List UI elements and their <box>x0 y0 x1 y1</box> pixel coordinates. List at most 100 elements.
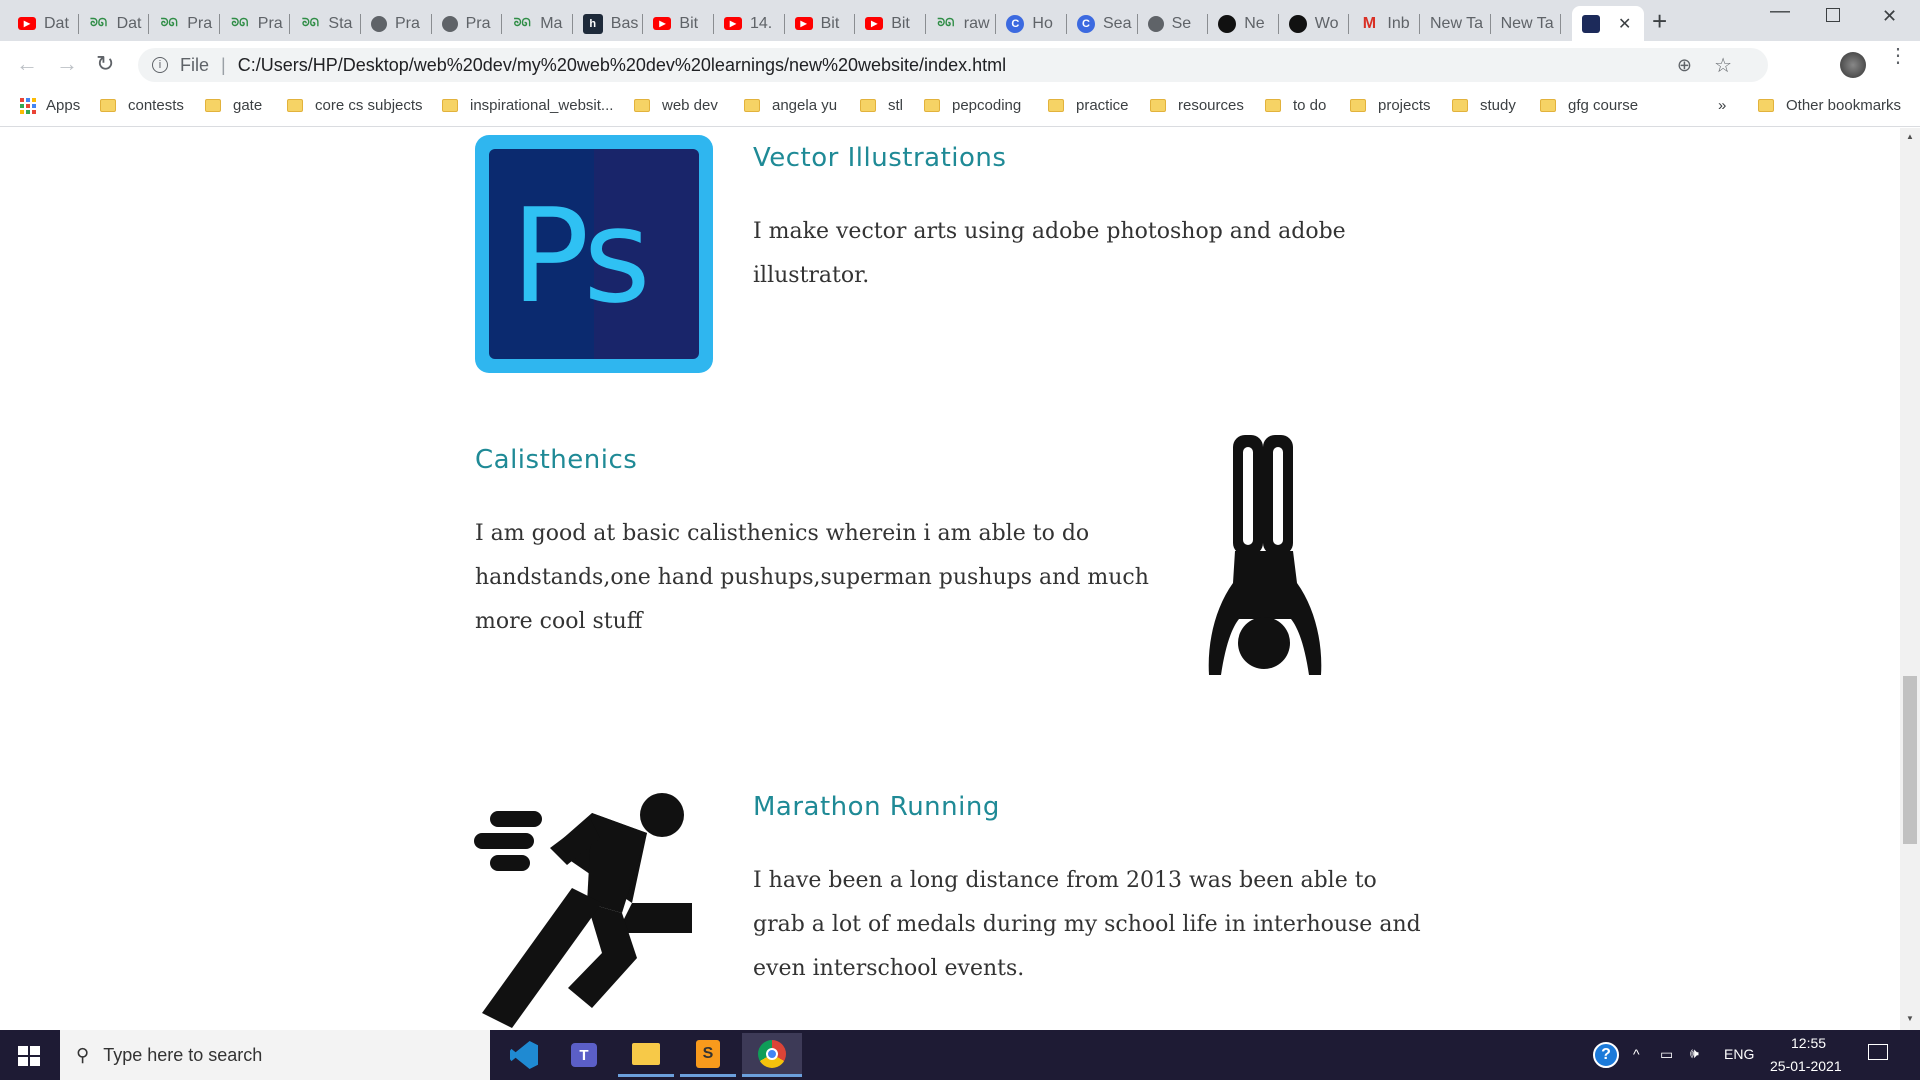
clock-date[interactable]: 25-01-2021 <box>1770 1058 1842 1074</box>
tab-item[interactable]: C Sea <box>1067 6 1138 41</box>
scroll-up-icon[interactable]: ▲ <box>1906 132 1914 141</box>
tab-item[interactable]: Se <box>1138 6 1209 41</box>
tab-item[interactable]: Pra <box>361 6 432 41</box>
reload-icon[interactable]: ↻ <box>96 51 114 77</box>
tab-label: Pra <box>395 14 420 32</box>
globe-icon <box>441 15 458 32</box>
zoom-icon[interactable]: ⊕ <box>1677 55 1692 76</box>
volume-icon[interactable]: 🕪 <box>1690 1045 1699 1062</box>
bookmark-label: core cs subjects <box>315 97 423 114</box>
bookmark-folder[interactable]: angela yu <box>744 97 837 114</box>
tab-item[interactable]: ᘐᘏ raw <box>926 6 997 41</box>
restore-button[interactable] <box>1826 8 1840 22</box>
tab-item[interactable]: ▶ Bit <box>643 6 714 41</box>
tab-item[interactable]: h Bas <box>573 6 644 41</box>
section-title-marathon: Marathon Running <box>753 792 1000 822</box>
bookmark-folder[interactable]: gate <box>205 97 262 114</box>
tab-item[interactable]: ▶ 14. <box>714 6 785 41</box>
bookmark-folder[interactable]: resources <box>1150 97 1244 114</box>
url-text[interactable]: C:/Users/HP/Desktop/web%20dev/my%20web%2… <box>238 55 1006 76</box>
bookmarks-overflow[interactable]: » <box>1718 97 1726 114</box>
bookmark-folder[interactable]: inspirational_websit... <box>442 97 613 114</box>
search-icon: ⚲ <box>76 1044 90 1065</box>
vscode-icon[interactable] <box>496 1033 552 1077</box>
bookmark-folder[interactable]: stl <box>860 97 903 114</box>
language-indicator[interactable]: ENG <box>1724 1046 1754 1062</box>
tab-item[interactable]: ᘐᘏ Dat <box>79 6 150 41</box>
tab-item[interactable]: New Ta <box>1420 6 1491 41</box>
clock-time[interactable]: 12:55 <box>1791 1035 1826 1051</box>
page-scrollbar[interactable]: ▲ ▼ <box>1900 128 1920 1030</box>
other-bookmarks[interactable]: Other bookmarks <box>1758 97 1901 114</box>
star-icon[interactable]: ☆ <box>1714 53 1732 78</box>
folder-icon <box>1350 99 1366 112</box>
tab-label: Se <box>1171 14 1192 32</box>
close-tab-icon[interactable]: ✕ <box>1618 14 1631 34</box>
tab-item[interactable]: Ne <box>1208 6 1279 41</box>
bookmark-folder[interactable]: pepcoding <box>924 97 1021 114</box>
tab-label: Ma <box>540 14 563 32</box>
github-icon <box>1288 14 1307 33</box>
folder-icon <box>744 99 760 112</box>
minimize-button[interactable]: — <box>1770 0 1790 23</box>
bookmark-folder[interactable]: contests <box>100 97 184 114</box>
menu-icon[interactable]: ⋮ <box>1888 46 1908 66</box>
bookmark-folder[interactable]: core cs subjects <box>287 97 423 114</box>
tab-label: Ne <box>1244 14 1265 32</box>
chrome-icon[interactable] <box>742 1033 802 1077</box>
tab-item[interactable]: ᘐᘏ Pra <box>149 6 220 41</box>
tab-item[interactable]: Wo <box>1279 6 1350 41</box>
bookmark-folder[interactable]: gfg course <box>1540 97 1638 114</box>
new-tab-button[interactable]: + <box>1652 8 1667 34</box>
tab-item[interactable]: ᘐᘏ Pra <box>220 6 291 41</box>
tab-label: Inb <box>1387 14 1410 32</box>
battery-icon[interactable]: ▭ <box>1660 1046 1673 1063</box>
bookmark-folder[interactable]: projects <box>1350 97 1431 114</box>
file-explorer-icon[interactable] <box>618 1033 674 1077</box>
gfg-icon: ᘐᘏ <box>90 17 108 29</box>
taskbar-search[interactable]: ⚲ Type here to search <box>60 1030 490 1080</box>
bookmark-folder[interactable]: to do <box>1265 97 1326 114</box>
bookmark-folder[interactable]: study <box>1452 97 1516 114</box>
bookmark-folder[interactable]: practice <box>1048 97 1129 114</box>
scrollbar-thumb[interactable] <box>1903 676 1917 844</box>
tab-item[interactable]: ᘐᘏ Ma <box>502 6 573 41</box>
bookmark-folder[interactable]: web dev <box>634 97 718 114</box>
bookmark-label: angela yu <box>772 97 838 114</box>
gfg-icon: ᘐᘏ <box>301 17 319 29</box>
tab-label: Bit <box>820 14 840 32</box>
close-window-button[interactable]: ✕ <box>1882 6 1897 27</box>
back-icon[interactable]: ← <box>16 51 38 77</box>
youtube-icon: ▶ <box>724 17 742 30</box>
help-icon[interactable]: ? <box>1593 1042 1619 1068</box>
profile-avatar[interactable] <box>1840 52 1866 78</box>
tab-item[interactable]: Pra <box>432 6 503 41</box>
tab-active[interactable]: ✕ <box>1572 6 1644 41</box>
scheme-label: File <box>180 54 210 75</box>
tab-item[interactable]: ▶ Bit <box>855 6 926 41</box>
bookmark-label: practice <box>1076 97 1129 114</box>
tab-item[interactable]: ▶ Bit <box>785 6 856 41</box>
scroll-down-icon[interactable]: ▼ <box>1906 1014 1914 1023</box>
tray-chevron-icon[interactable]: ^ <box>1633 1046 1640 1062</box>
apps-bookmark[interactable]: Apps <box>20 97 80 114</box>
tab-item[interactable]: C Ho <box>996 6 1067 41</box>
info-icon[interactable]: i <box>152 57 168 73</box>
tab-label: Wo <box>1314 14 1339 32</box>
folder-icon <box>1265 99 1281 112</box>
folder-icon <box>100 99 116 112</box>
section-title-calisthenics: Calisthenics <box>475 445 638 475</box>
tab-item[interactable]: ▶ Dat <box>8 6 79 41</box>
tab-label: Bas <box>610 14 639 32</box>
forward-icon[interactable]: → <box>56 51 78 77</box>
tab-item[interactable]: M Inb <box>1349 6 1420 41</box>
sublime-icon[interactable]: S <box>680 1033 736 1077</box>
tab-item[interactable]: ᘐᘏ Sta <box>290 6 361 41</box>
start-button[interactable] <box>18 1046 40 1066</box>
youtube-icon: ▶ <box>794 17 813 30</box>
tab-item[interactable]: New Ta <box>1491 6 1562 41</box>
tab-label: Bit <box>891 14 910 32</box>
teams-icon[interactable]: T <box>556 1033 612 1077</box>
address-bar[interactable]: i File | C:/Users/HP/Desktop/web%20dev/m… <box>138 48 1768 82</box>
notifications-icon[interactable] <box>1868 1044 1888 1060</box>
